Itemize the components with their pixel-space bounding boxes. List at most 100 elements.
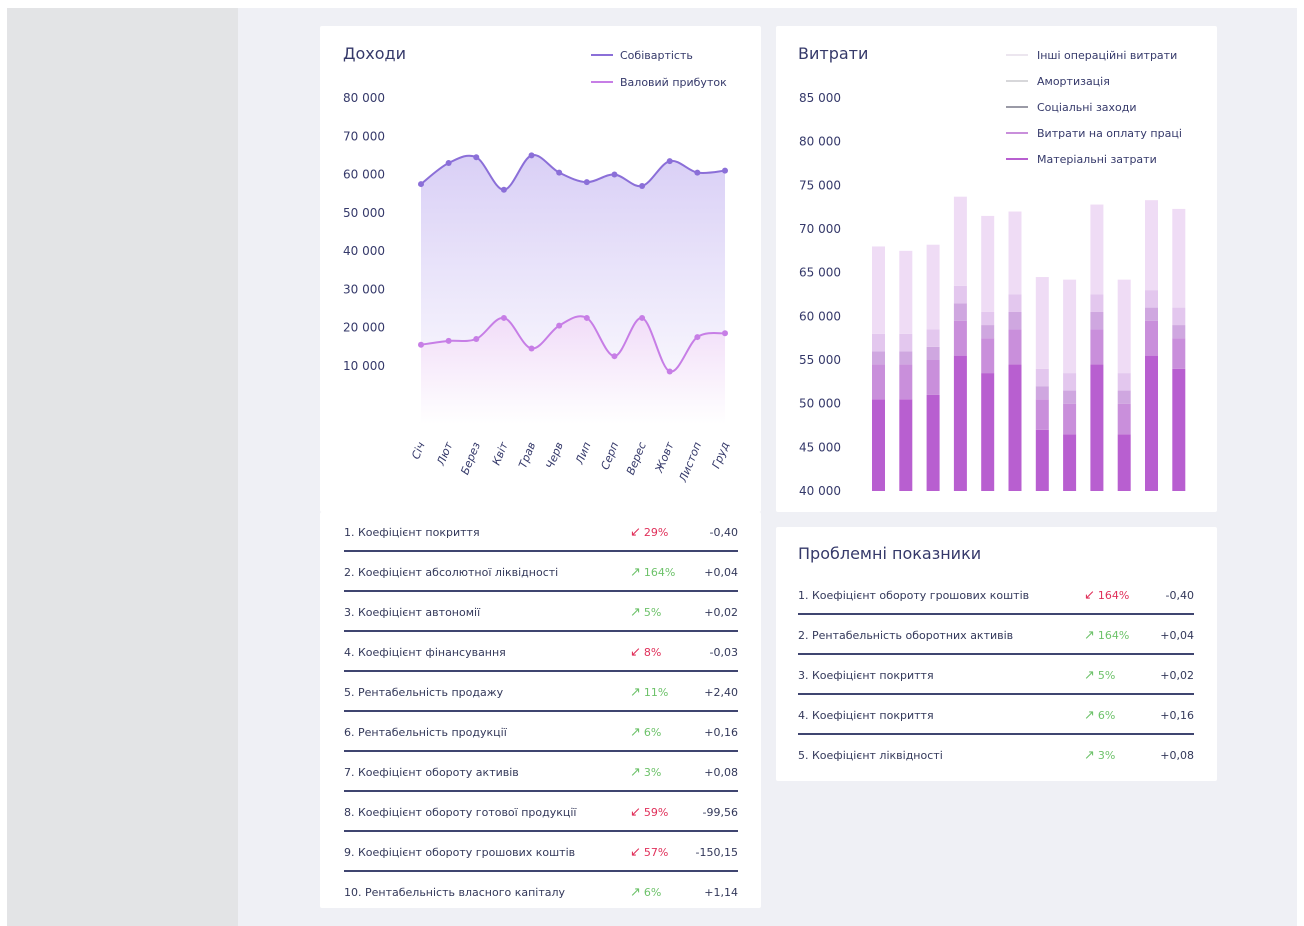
expenses-bar-segment[interactable] xyxy=(981,311,995,326)
indicator-row[interactable]: 5. Коефіцієнт ліквідності ↗ 3% +0,08 xyxy=(798,735,1194,775)
income-point-cost[interactable] xyxy=(500,186,507,193)
expenses-bar-segment[interactable] xyxy=(872,333,885,352)
expenses-bar-segment[interactable] xyxy=(1035,429,1049,491)
income-point-cost[interactable] xyxy=(583,179,590,186)
indicator-row[interactable]: 9. Коефіцієнт обороту грошових коштів ↙ 57… xyxy=(344,832,738,872)
income-point-cost[interactable] xyxy=(418,181,424,188)
income-point-cost[interactable] xyxy=(639,182,646,189)
income-point-cost[interactable] xyxy=(694,169,701,176)
expenses-bar-segment[interactable] xyxy=(1145,320,1158,356)
expenses-bar-segment[interactable] xyxy=(1008,364,1022,491)
expenses-legend-label[interactable]: Інші операційні витрати xyxy=(1037,49,1177,62)
expenses-bar-segment[interactable] xyxy=(1063,279,1077,374)
expenses-bar-segment[interactable] xyxy=(899,250,913,334)
expenses-legend-label[interactable]: Амортизація xyxy=(1037,75,1110,88)
indicator-row[interactable]: 1. Коефіцієнт обороту грошових коштів ↙ 16… xyxy=(798,575,1194,615)
expenses-bar-segment[interactable] xyxy=(899,351,913,365)
expenses-bar-segment[interactable] xyxy=(953,196,967,286)
expenses-bar-segment[interactable] xyxy=(899,364,913,400)
expenses-bar-segment[interactable] xyxy=(1035,368,1049,387)
expenses-legend-label[interactable]: Матеріальні затрати xyxy=(1037,153,1157,166)
expenses-bar-segment[interactable] xyxy=(953,320,967,356)
expenses-bar-segment[interactable] xyxy=(1063,403,1077,435)
expenses-bar-segment[interactable] xyxy=(953,303,967,321)
legend-label-cost[interactable]: Собівартість xyxy=(620,49,693,62)
expenses-bar-segment[interactable] xyxy=(1008,311,1022,330)
expenses-bar-segment[interactable] xyxy=(1008,211,1022,295)
indicator-row[interactable]: 2. Рентабельність оборотних активів ↗ 164%… xyxy=(798,615,1194,655)
expenses-bar-segment[interactable] xyxy=(1145,290,1158,308)
expenses-bar-segment[interactable] xyxy=(953,355,967,491)
indicator-row[interactable]: 3. Коефіцієнт автономії ↗ 5% +0,02 xyxy=(344,592,738,632)
expenses-bar-segment[interactable] xyxy=(981,338,995,374)
expenses-bar-segment[interactable] xyxy=(981,325,995,339)
indicator-row[interactable]: 10. Рентабельність власного капіталу ↗ 6% +… xyxy=(344,872,738,912)
expenses-bar-segment[interactable] xyxy=(1117,434,1131,491)
expenses-bar-segment[interactable] xyxy=(981,215,995,312)
expenses-bar-segment[interactable] xyxy=(1090,204,1104,295)
expenses-bar-segment[interactable] xyxy=(1145,307,1158,321)
indicator-row[interactable]: 6. Рентабельність продукції ↗ 6% +0,16 xyxy=(344,712,738,752)
expenses-bar-segment[interactable] xyxy=(1008,329,1022,365)
expenses-bar-segment[interactable] xyxy=(1090,364,1104,491)
expenses-bar-segment[interactable] xyxy=(899,333,913,352)
expenses-bar-segment[interactable] xyxy=(1172,325,1186,339)
expenses-bar-segment[interactable] xyxy=(1145,355,1158,491)
expenses-bar-segment[interactable] xyxy=(1035,386,1049,400)
expenses-bar-segment[interactable] xyxy=(1172,208,1186,308)
indicator-row[interactable]: 2. Коефіцієнт абсолютної ліквідності ↗ 164… xyxy=(344,552,738,592)
expenses-bar-segment[interactable] xyxy=(1117,390,1131,404)
income-point-profit[interactable] xyxy=(418,341,424,348)
expenses-bar-segment[interactable] xyxy=(926,360,940,395)
income-point-cost[interactable] xyxy=(556,169,563,176)
income-point-cost[interactable] xyxy=(611,171,618,178)
indicator-row[interactable]: 4. Коефіцієнт покриття ↗ 6% +0,16 xyxy=(798,695,1194,735)
expenses-legend-label[interactable]: Соціальні заходи xyxy=(1037,101,1137,114)
expenses-bar-segment[interactable] xyxy=(953,285,967,304)
expenses-bar-segment[interactable] xyxy=(1172,338,1186,369)
income-point-profit[interactable] xyxy=(445,337,452,344)
indicator-row[interactable]: 5. Рентабельність продажу ↗ 11% +2,40 xyxy=(344,672,738,712)
expenses-bar-segment[interactable] xyxy=(1063,390,1077,404)
expenses-bar-segment[interactable] xyxy=(1063,373,1077,391)
expenses-bar-segment[interactable] xyxy=(926,329,940,347)
indicator-row[interactable]: 8. Коефіцієнт обороту готової продукції ↙… xyxy=(344,792,738,832)
income-point-profit[interactable] xyxy=(556,322,563,329)
expenses-bar-segment[interactable] xyxy=(872,246,885,334)
income-point-cost[interactable] xyxy=(666,158,673,165)
expenses-bar-segment[interactable] xyxy=(1117,403,1131,435)
expenses-bar-segment[interactable] xyxy=(1145,200,1158,291)
income-point-profit[interactable] xyxy=(722,330,728,337)
expenses-bar-segment[interactable] xyxy=(1035,277,1049,369)
expenses-bar-segment[interactable] xyxy=(1063,434,1077,491)
income-point-profit[interactable] xyxy=(583,314,590,321)
expenses-bar-segment[interactable] xyxy=(1090,329,1104,365)
expenses-bar-segment[interactable] xyxy=(1090,294,1104,312)
indicator-row[interactable]: 7. Коефіцієнт обороту активів ↗ 3% +0,08 xyxy=(344,752,738,792)
indicator-row[interactable]: 4. Коефіцієнт фінансування ↙ 8% -0,03 xyxy=(344,632,738,672)
expenses-bar-segment[interactable] xyxy=(872,399,885,491)
expenses-bar-segment[interactable] xyxy=(926,346,940,360)
expenses-bar-segment[interactable] xyxy=(1090,311,1104,330)
income-point-profit[interactable] xyxy=(500,314,507,321)
expenses-bar-segment[interactable] xyxy=(1008,294,1022,312)
income-point-cost[interactable] xyxy=(473,154,480,161)
indicator-row[interactable]: 3. Коефіцієнт покриття ↗ 5% +0,02 xyxy=(798,655,1194,695)
expenses-bar-segment[interactable] xyxy=(1035,399,1049,430)
expenses-bar-segment[interactable] xyxy=(872,351,885,365)
expenses-bar-segment[interactable] xyxy=(926,244,940,330)
indicator-row[interactable]: 1. Коефіцієнт покриття ↙ 29% -0,40 xyxy=(344,512,738,552)
income-point-profit[interactable] xyxy=(694,334,701,341)
income-point-profit[interactable] xyxy=(528,345,535,352)
expenses-bar-segment[interactable] xyxy=(1172,307,1186,326)
income-point-cost[interactable] xyxy=(528,152,535,159)
expenses-bar-segment[interactable] xyxy=(926,394,940,491)
expenses-bar-segment[interactable] xyxy=(899,399,913,491)
income-point-profit[interactable] xyxy=(639,314,646,321)
income-point-cost[interactable] xyxy=(722,167,728,174)
expenses-bar-segment[interactable] xyxy=(1117,279,1131,374)
income-point-profit[interactable] xyxy=(473,335,480,342)
income-point-cost[interactable] xyxy=(445,160,452,167)
expenses-bar-segment[interactable] xyxy=(872,364,885,400)
income-point-profit[interactable] xyxy=(666,368,673,375)
